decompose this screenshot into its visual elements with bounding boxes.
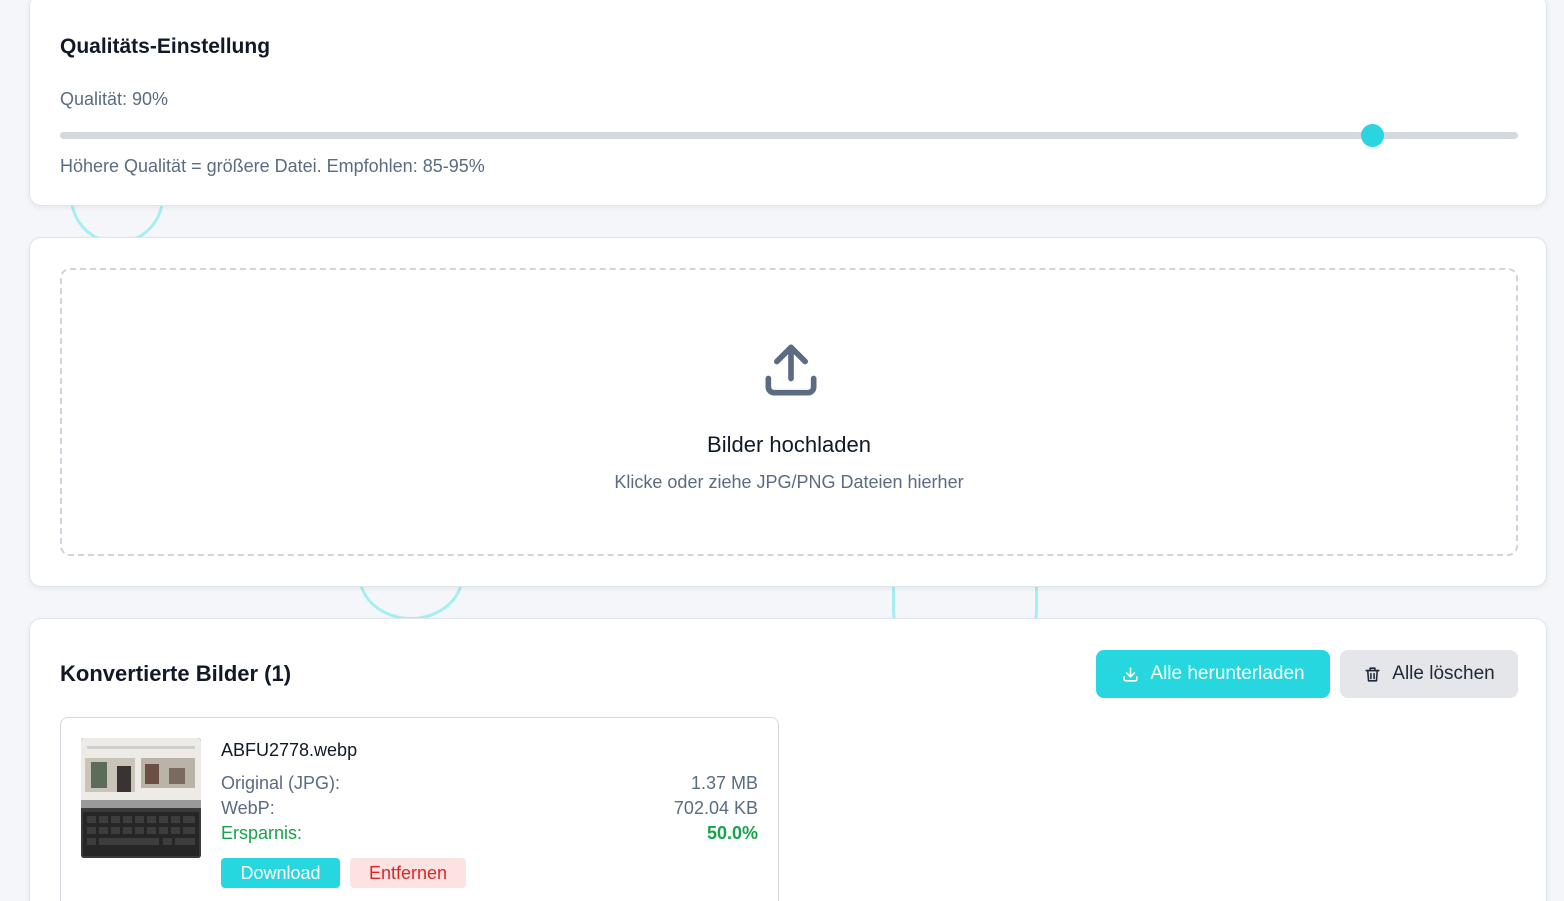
download-all-button[interactable]: Alle herunterladen	[1096, 650, 1330, 698]
upload-title: Bilder hochladen	[707, 432, 871, 457]
converted-title: Konvertierte Bilder (1)	[60, 661, 292, 686]
upload-card: Bilder hochladen Klicke oder ziehe JPG/P…	[29, 237, 1547, 587]
stat-webp-value: 702.04 KB	[673, 798, 758, 818]
file-name: ABFU2778.webp	[221, 740, 358, 760]
download-all-label: Alle herunterladen	[1150, 663, 1305, 684]
remove-button[interactable]: Entfernen	[350, 858, 466, 888]
stat-original-label: Original (JPG):	[221, 773, 341, 793]
stat-webp: WebP: 702.04 KB	[221, 798, 758, 819]
download-icon	[1123, 666, 1139, 682]
quality-slider-thumb[interactable]	[1361, 124, 1385, 147]
quality-value-label: Qualität: 90%	[60, 89, 169, 109]
quality-slider[interactable]	[60, 124, 1518, 147]
clear-all-button[interactable]: Alle löschen	[1340, 650, 1518, 698]
upload-dropzone[interactable]: Bilder hochladen Klicke oder ziehe JPG/P…	[60, 268, 1518, 556]
trash-icon	[1365, 666, 1380, 682]
stat-savings-label: Ersparnis:	[221, 823, 303, 843]
stat-original-value: 1.37 MB	[690, 773, 758, 793]
stat-webp-label: WebP:	[221, 798, 275, 818]
upload-subtitle: Klicke oder ziehe JPG/PNG Dateien hierhe…	[614, 472, 964, 492]
converted-images-card: Konvertierte Bilder (1) Alle herunterlad…	[29, 618, 1547, 901]
stat-savings-value: 50.0%	[706, 823, 758, 843]
stat-original: Original (JPG): 1.37 MB	[221, 773, 758, 794]
quality-hint: Höhere Qualität = größere Datei. Empfohl…	[60, 156, 485, 176]
converted-file-item: ABFU2778.webp Original (JPG): 1.37 MB We…	[60, 717, 779, 901]
file-thumbnail	[81, 738, 201, 858]
download-button[interactable]: Download	[221, 858, 340, 888]
quality-settings-card: Qualitäts-Einstellung Qualität: 90% Höhe…	[29, 0, 1547, 206]
upload-icon	[765, 344, 817, 396]
stat-savings: Ersparnis: 50.0%	[221, 823, 758, 844]
clear-all-label: Alle löschen	[1392, 663, 1495, 684]
quality-title: Qualitäts-Einstellung	[60, 35, 271, 58]
